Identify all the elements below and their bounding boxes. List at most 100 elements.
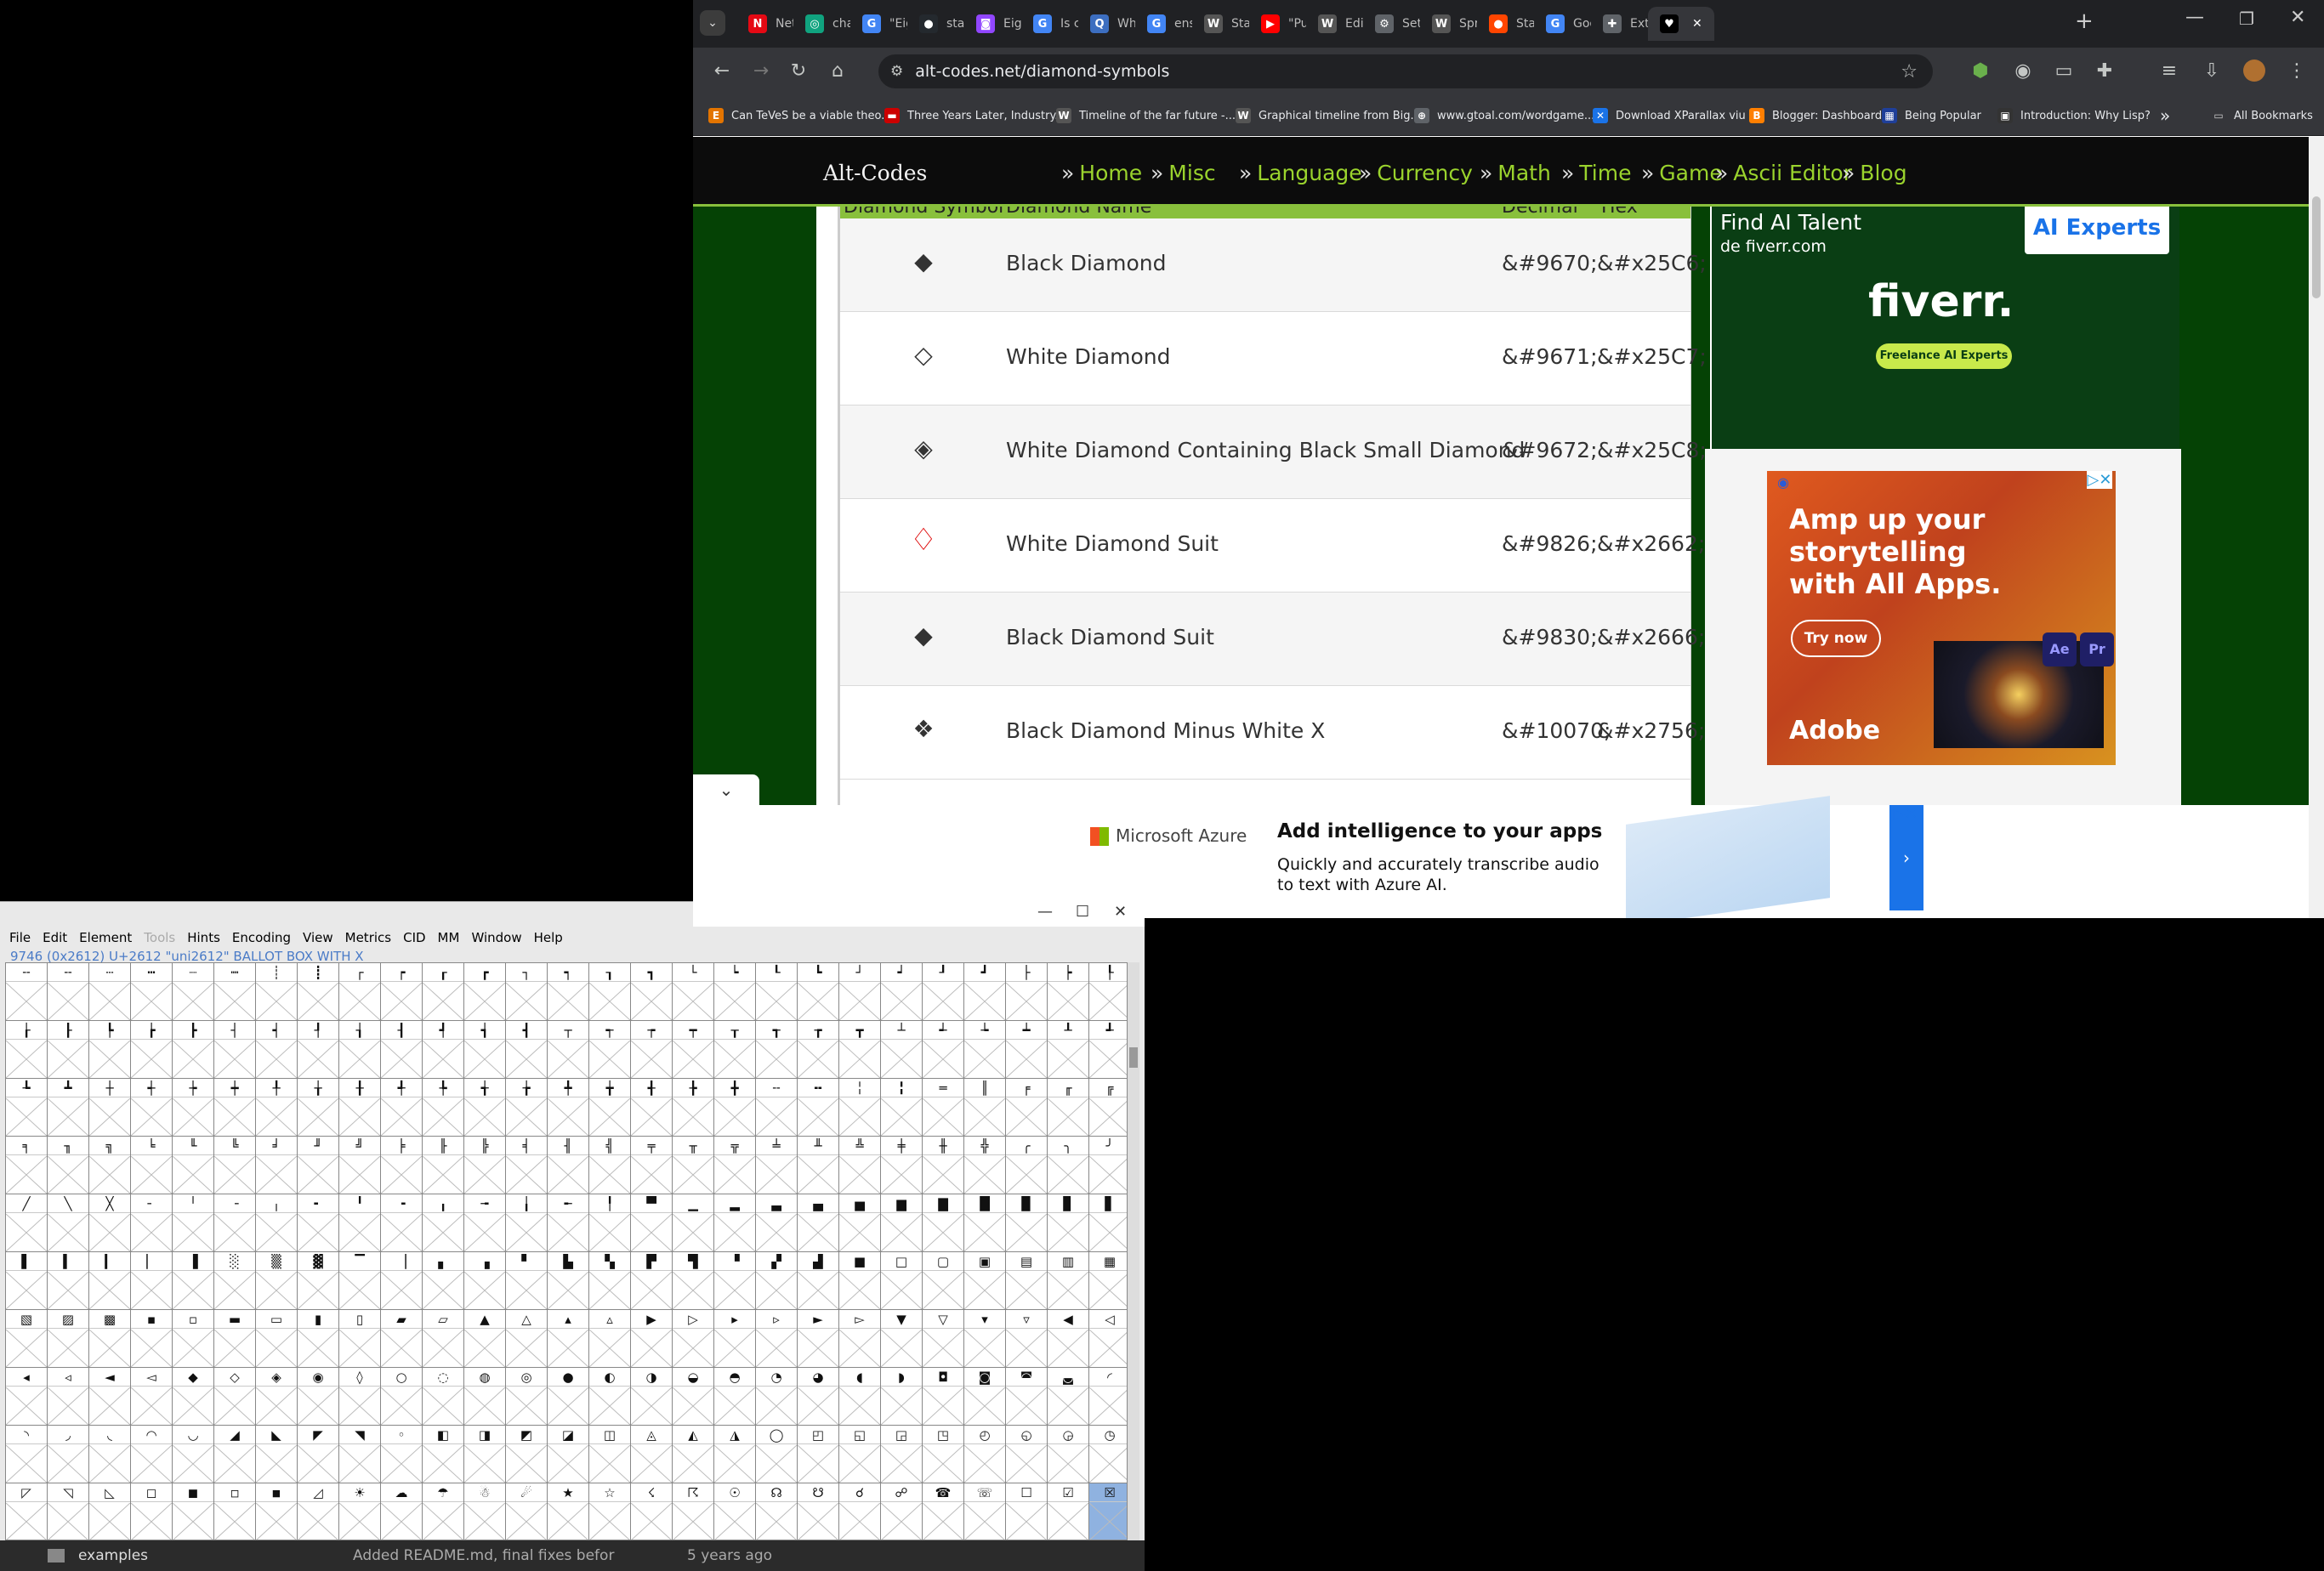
glyph-cell[interactable]: ▏ <box>131 1252 173 1310</box>
bookmark-item[interactable]: ⊕ www.gtoal.com/wordgame... <box>1414 105 1594 126</box>
glyph-cell[interactable]: ▦ <box>1089 1252 1127 1310</box>
glyph-cell[interactable]: ▼ <box>881 1310 923 1368</box>
glyph-cell[interactable]: ╍ <box>798 1079 839 1137</box>
nav-link-math[interactable]: » Math <box>1480 161 1551 185</box>
extension2-icon[interactable]: ▭ <box>2052 60 2076 83</box>
new-tab-icon[interactable]: + <box>2075 9 2094 34</box>
restore-icon[interactable]: ❐ <box>2239 9 2254 29</box>
glyph-cell[interactable]: ┼ <box>89 1079 131 1137</box>
tab-11[interactable]: ⚙ Setti <box>1363 7 1420 41</box>
glyph-cell[interactable]: ╋ <box>714 1079 756 1137</box>
glyph-cell[interactable]: ┱ <box>756 1021 798 1079</box>
glyph-cell[interactable]: ◒ <box>673 1368 714 1426</box>
glyph-cell[interactable]: ☄ <box>506 1483 548 1540</box>
glyph-cell[interactable]: ▨ <box>48 1310 89 1368</box>
glyph-cell[interactable]: ╢ <box>548 1137 589 1194</box>
bookmark-item[interactable]: ▬ Three Years Later, Industry... <box>884 105 1065 126</box>
glyph-cell[interactable]: ◽ <box>214 1483 256 1540</box>
bookmark-item[interactable]: ✕ Download XParallax viu <box>1593 105 1746 126</box>
address-bar[interactable]: ⚙ alt-codes.net/diamond-symbols ☆ <box>878 54 1933 88</box>
ad-choices-icon[interactable]: ◉ <box>1777 474 1789 491</box>
glyph-cell[interactable]: ▰ <box>381 1310 423 1368</box>
glyph-cell[interactable]: ▃ <box>756 1194 798 1252</box>
all-bookmarks-button[interactable]: ▭ All Bookmarks <box>2211 105 2313 126</box>
glyph-cell[interactable]: ┯ <box>673 1021 714 1079</box>
glyph-cell[interactable]: ╚ <box>214 1137 256 1194</box>
glyph-cell[interactable]: ┢ <box>131 1021 173 1079</box>
site-info-icon[interactable]: ⚙ <box>890 63 903 80</box>
tab-3[interactable]: ● stan <box>907 7 964 41</box>
glyph-cell[interactable]: □ <box>881 1252 923 1310</box>
glyph-cell[interactable]: ┤ <box>214 1021 256 1079</box>
glyph-cell[interactable]: └ <box>673 963 714 1021</box>
glyph-cell[interactable]: ◇ <box>214 1368 256 1426</box>
glyph-cell[interactable]: ◘ <box>923 1368 964 1426</box>
glyph-cell[interactable]: ╣ <box>589 1137 631 1194</box>
diamond-symbol[interactable]: ♢ <box>906 523 940 558</box>
glyph-cell[interactable]: ◈ <box>256 1368 298 1426</box>
glyph-cell[interactable]: ◟ <box>89 1426 131 1483</box>
glyph-cell[interactable]: ◖ <box>839 1368 881 1426</box>
nav-link-time[interactable]: » Time <box>1561 161 1631 185</box>
glyph-cell[interactable]: ◕ <box>798 1368 839 1426</box>
glyph-cell[interactable]: ▅ <box>839 1194 881 1252</box>
glyph-cell[interactable]: ◴ <box>964 1426 1006 1483</box>
tab-close-icon[interactable]: ✕ <box>1692 17 1702 31</box>
glyph-cell[interactable]: ◷ <box>1089 1426 1127 1483</box>
glyph-cell[interactable]: ┊ <box>256 963 298 1021</box>
home-icon[interactable]: ⌂ <box>826 60 849 83</box>
glyph-cell[interactable]: ┮ <box>631 1021 673 1079</box>
glyph-cell[interactable]: ╴ <box>131 1194 173 1252</box>
glyph-cell[interactable]: ╮ <box>1048 1137 1089 1194</box>
glyph-cell[interactable]: ▥ <box>1048 1252 1089 1310</box>
glyph-cell[interactable]: ▁ <box>673 1194 714 1252</box>
glyph-cell[interactable]: ▌ <box>6 1252 48 1310</box>
glyph-cell[interactable]: ▽ <box>923 1310 964 1368</box>
glyph-cell[interactable]: ┣ <box>173 1021 214 1079</box>
glyph-cell[interactable]: ┪ <box>464 1021 506 1079</box>
glyph-cell[interactable]: ╌ <box>6 963 48 1021</box>
glyph-cell[interactable]: ┨ <box>381 1021 423 1079</box>
glyph-cell[interactable]: ╬ <box>964 1137 1006 1194</box>
glyph-cell[interactable]: ┗ <box>798 963 839 1021</box>
tab-9[interactable]: ▶ "Pus <box>1249 7 1306 41</box>
ad-close-icon[interactable]: ▷✕ <box>2087 471 2112 489</box>
glyph-cell[interactable]: ◪ <box>548 1426 589 1483</box>
menu-mm[interactable]: MM <box>438 930 460 945</box>
glyph-cell[interactable]: ┐ <box>506 963 548 1021</box>
glyph-cell[interactable]: ╷ <box>256 1194 298 1252</box>
glyph-cell[interactable]: ☌ <box>839 1483 881 1540</box>
glyph-cell[interactable]: ▮ <box>298 1310 339 1368</box>
glyph-cell[interactable]: ◰ <box>798 1426 839 1483</box>
glyph-cell[interactable]: ╭ <box>1006 1137 1048 1194</box>
menu-tools[interactable]: Tools <box>144 930 175 945</box>
nav-link-currency[interactable]: » Currency <box>1359 161 1473 185</box>
glyph-cell[interactable]: ▩ <box>89 1310 131 1368</box>
glyph-cell[interactable]: ◾ <box>256 1483 298 1540</box>
glyph-cell[interactable]: ┲ <box>798 1021 839 1079</box>
glyph-cell[interactable]: ┄ <box>89 963 131 1021</box>
menu-help[interactable]: Help <box>534 930 563 945</box>
glyph-cell[interactable]: ┸ <box>1048 1021 1089 1079</box>
glyph-cell[interactable]: ╒ <box>1006 1079 1048 1137</box>
glyph-cell[interactable]: ▋ <box>1089 1194 1127 1252</box>
glyph-cell[interactable]: ╻ <box>423 1194 464 1252</box>
bookmark-item[interactable]: E Can TeVeS be a viable theo... <box>708 105 892 126</box>
glyph-cell[interactable]: ☎ <box>923 1483 964 1540</box>
glyph-cell[interactable]: ◹ <box>48 1483 89 1540</box>
bookmark-item[interactable]: ▦ Being Popular <box>1882 105 1981 126</box>
glyph-cell[interactable]: ╔ <box>1089 1079 1127 1137</box>
glyph-cell[interactable]: ◡ <box>173 1426 214 1483</box>
glyph-cell[interactable]: ◶ <box>1048 1426 1089 1483</box>
glyph-cell[interactable]: ╄ <box>423 1079 464 1137</box>
glyph-cell[interactable]: ╞ <box>381 1137 423 1194</box>
scroll-thumb[interactable] <box>2312 196 2321 298</box>
download-icon[interactable]: ⇩ <box>2200 60 2224 83</box>
glyph-cell[interactable]: ▖ <box>423 1252 464 1310</box>
glyph-cell[interactable]: ◄ <box>89 1368 131 1426</box>
glyph-cell[interactable]: ▴ <box>548 1310 589 1368</box>
glyph-cell[interactable]: ▵ <box>589 1310 631 1368</box>
glyph-cell[interactable]: ╧ <box>756 1137 798 1194</box>
glyph-cell[interactable]: ┻ <box>48 1079 89 1137</box>
more-bookmarks-icon[interactable]: » <box>2160 105 2170 126</box>
